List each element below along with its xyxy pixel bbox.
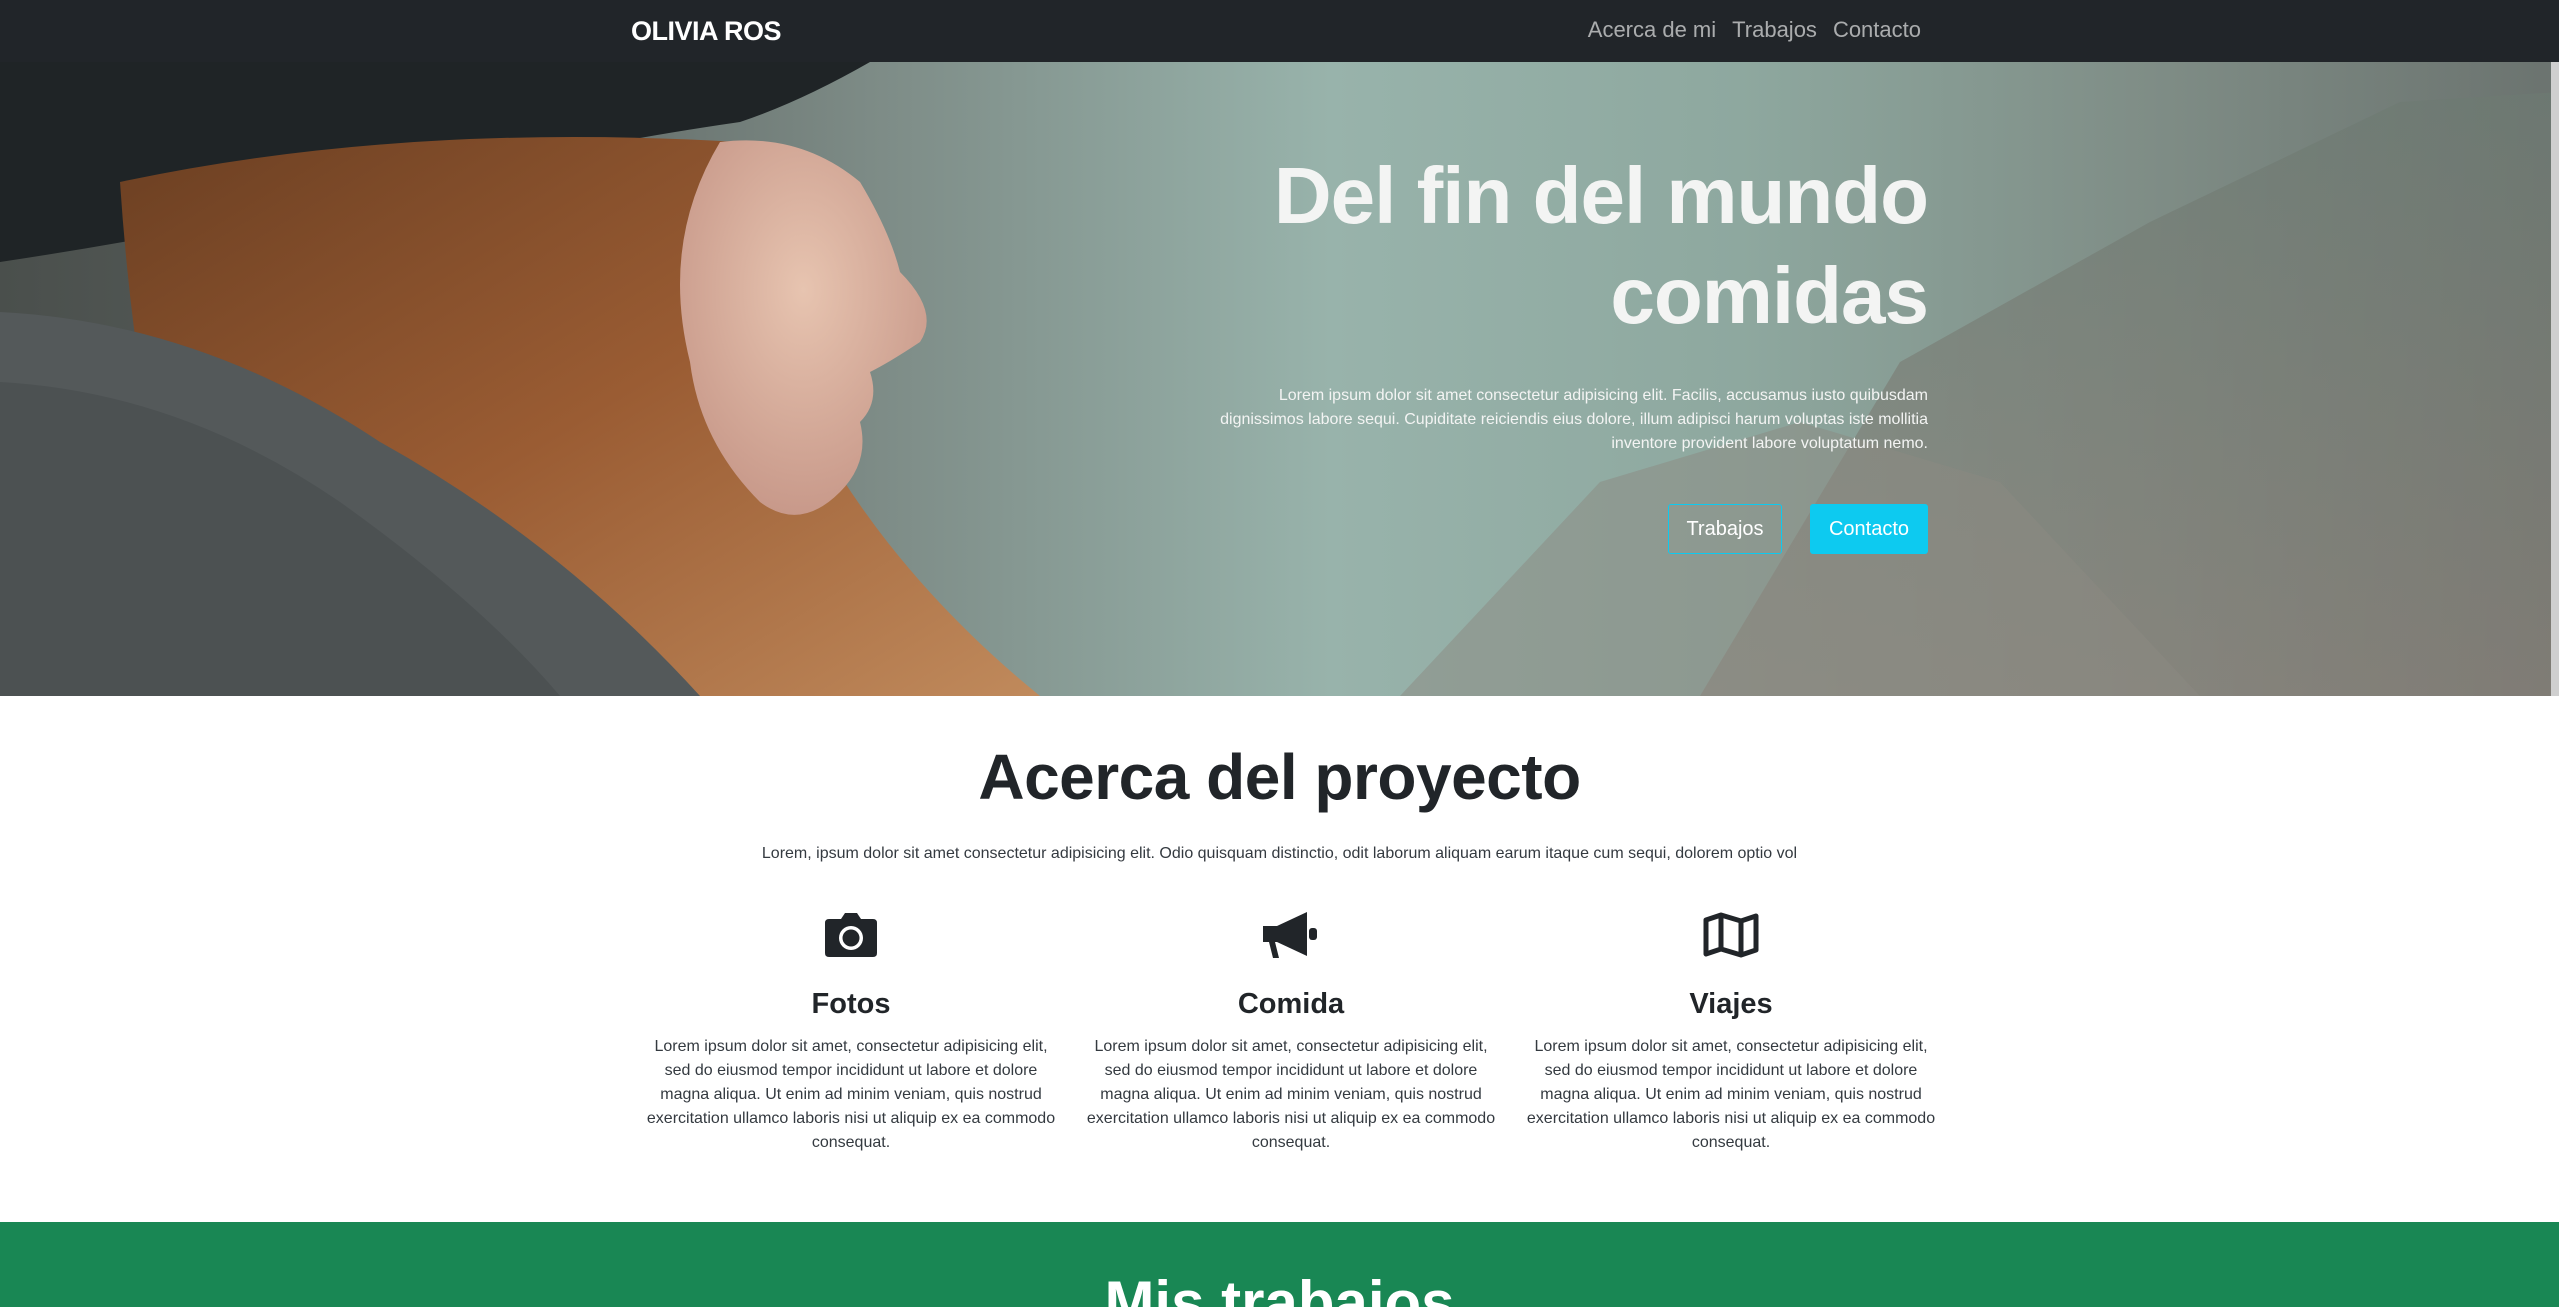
hero-title: Del fin del mundo comidas — [1028, 146, 1929, 346]
hero-text-line-1: Lorem ipsum dolor sit amet consectetur a… — [1278, 387, 1928, 404]
feature-text: Lorem ipsum dolor sit amet, consectetur … — [646, 1038, 1056, 1151]
contacto-button[interactable]: Contacto — [1810, 504, 1928, 554]
nav-link-contacto[interactable]: Contacto — [1833, 17, 1921, 43]
top-navbar: OLIVIA ROS Acerca de mi Trabajos Contact… — [0, 0, 2559, 62]
works-title: Mis trabajos — [1104, 1269, 1455, 1307]
feature-fotos: Fotos Lorem ipsum dolor sit amet, consec… — [631, 900, 1071, 1155]
trabajos-button[interactable]: Trabajos — [1668, 504, 1782, 554]
hero-section: Del fin del mundo comidas Lorem ipsum do… — [0, 62, 2559, 696]
features-row: Fotos Lorem ipsum dolor sit amet, consec… — [631, 900, 1951, 1155]
about-title: Acerca del proyecto — [978, 741, 1581, 813]
feature-text: Lorem ipsum dolor sit amet, consectetur … — [1086, 1038, 1496, 1151]
hero-text-line-3: inventore provident labore voluptatum ne… — [1611, 435, 1928, 452]
hero-text-line-2: dignissimos labore sequi. Cupiditate rei… — [1220, 411, 1928, 428]
nav-link-trabajos[interactable]: Trabajos — [1732, 17, 1817, 43]
hero-description: Lorem ipsum dolor sit amet consectetur a… — [1168, 384, 1928, 456]
hero-scrollbar[interactable] — [2551, 62, 2559, 696]
feature-text: Lorem ipsum dolor sit amet, consectetur … — [1526, 1038, 1936, 1151]
feature-title: Viajes — [1689, 988, 1773, 1020]
hero-title-line-1: Del fin del mundo — [1273, 151, 1929, 240]
feature-title: Comida — [1237, 988, 1345, 1020]
camera-icon — [631, 900, 1071, 970]
nav-links: Acerca de mi Trabajos Contacto — [1588, 17, 1921, 43]
nav-link-acerca[interactable]: Acerca de mi — [1588, 17, 1716, 43]
feature-comida: Comida Lorem ipsum dolor sit amet, conse… — [1071, 900, 1511, 1155]
brand-logo[interactable]: OLIVIA ROS — [631, 16, 782, 47]
hero-buttons: Trabajos Contacto — [1668, 504, 1928, 554]
about-lead: Lorem, ipsum dolor sit amet consectetur … — [761, 845, 1798, 862]
hero-title-line-2: comidas — [1610, 251, 1929, 340]
feature-title: Fotos — [811, 988, 891, 1020]
map-icon — [1511, 900, 1951, 970]
megaphone-icon — [1071, 900, 1511, 970]
works-section: Mis trabajos — [0, 1222, 2559, 1307]
feature-viajes: Viajes Lorem ipsum dolor sit amet, conse… — [1511, 900, 1951, 1155]
